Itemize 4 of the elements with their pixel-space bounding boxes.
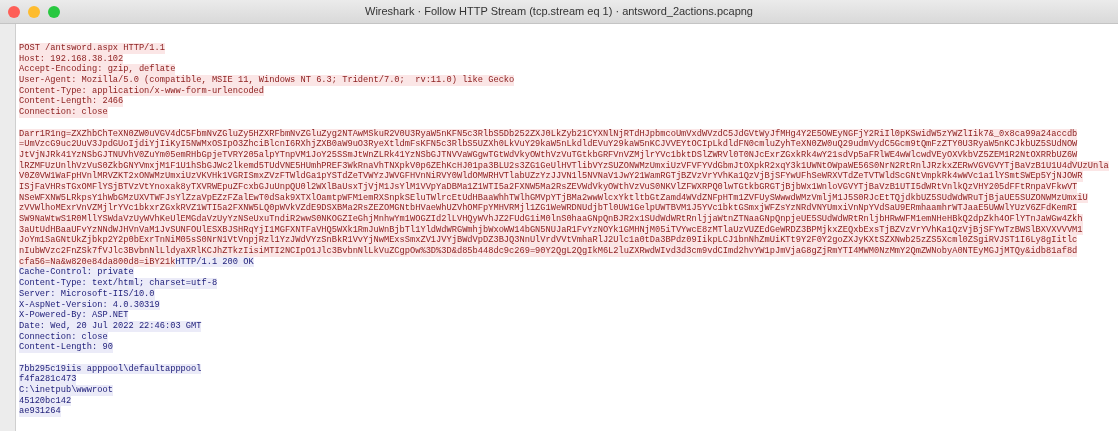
zoom-button[interactable] <box>48 6 60 18</box>
window-title: Wireshark · Follow HTTP Stream (tcp.stream eq 1) · antsword_2actions.pcapng <box>365 4 753 20</box>
close-button[interactable] <box>8 6 20 18</box>
minimize-button[interactable] <box>28 6 40 18</box>
